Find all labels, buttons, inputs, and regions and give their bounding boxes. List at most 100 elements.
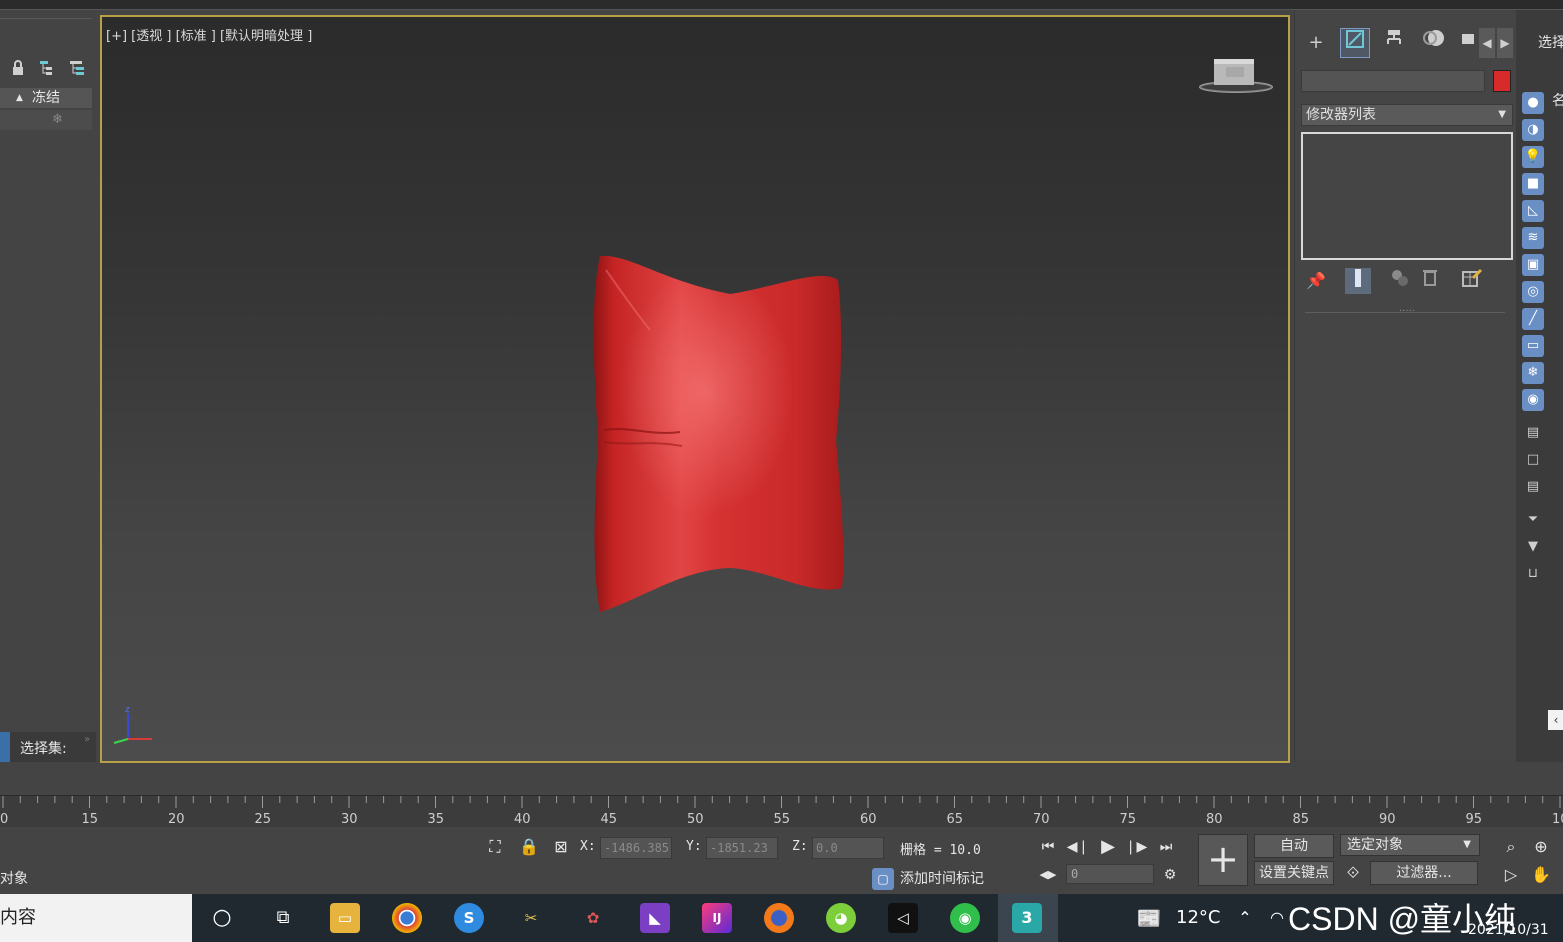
timeline-ruler[interactable]: 0 15 20 25 30 35 40 45 50 55 60 65 70 75 80 85 90 95 100 xyxy=(0,795,1563,827)
bones-filter-icon[interactable]: ╱ xyxy=(1522,308,1544,330)
weather-temperature[interactable]: 12°C xyxy=(1176,907,1220,928)
shapes-filter-icon[interactable]: ◑ xyxy=(1522,119,1544,141)
chrome-icon[interactable] xyxy=(392,903,422,933)
scroll-left-icon[interactable]: ◀ xyxy=(1479,28,1495,58)
modifier-stack[interactable] xyxy=(1301,132,1513,260)
object-color-swatch[interactable] xyxy=(1493,70,1511,92)
play-icon[interactable]: ▶ xyxy=(1096,836,1120,858)
z-coordinate-field[interactable]: 0.0 xyxy=(812,837,884,859)
display-tab-icon[interactable] xyxy=(1457,28,1479,58)
jetbrains-icon[interactable]: IJ xyxy=(702,903,732,933)
pin-stack-icon[interactable]: 📌 xyxy=(1303,268,1329,294)
motion-tab-icon[interactable] xyxy=(1419,28,1449,58)
object-name-field[interactable] xyxy=(1301,70,1485,92)
cortana-icon[interactable]: ○ xyxy=(207,903,237,933)
pillow-object[interactable] xyxy=(590,250,850,615)
display-none-icon[interactable]: □ xyxy=(1522,449,1544,471)
remove-modifier-icon[interactable] xyxy=(1417,268,1443,294)
groups-filter-icon[interactable]: ▣ xyxy=(1522,254,1544,276)
selection-set-button[interactable] xyxy=(0,732,10,762)
containers-filter-icon[interactable]: ▭ xyxy=(1522,335,1544,357)
auto-key-button[interactable]: 自动 xyxy=(1254,834,1334,858)
isolate-selection-icon[interactable]: ⛶ xyxy=(484,836,506,858)
lock-icon[interactable] xyxy=(8,60,28,80)
hidden-filter-icon[interactable]: ◉ xyxy=(1522,389,1544,411)
hierarchy-tab-icon[interactable] xyxy=(1379,28,1409,58)
next-frame-icon[interactable]: ❘▶ xyxy=(1124,836,1148,858)
wechat-icon[interactable]: ◉ xyxy=(950,903,980,933)
field-of-view-icon[interactable]: ▷ xyxy=(1500,864,1522,886)
name-column-label: 名 xyxy=(1552,93,1563,109)
go-to-start-icon[interactable]: ⏮ xyxy=(1036,836,1060,858)
key-filters-button[interactable]: 过滤器... xyxy=(1370,861,1478,885)
freeze-column-header[interactable]: ▲ 冻结 xyxy=(0,88,92,108)
go-to-end-icon[interactable]: ⏭ xyxy=(1154,836,1178,858)
set-key-button[interactable]: 设置关键点 xyxy=(1254,861,1334,885)
filter-icon[interactable]: ▼ xyxy=(1522,536,1544,558)
zoom-icon[interactable]: ⌕ xyxy=(1500,836,1522,858)
perspective-viewport[interactable]: [+] [透视 ] [标准 ] [默认明暗处理 ] z xyxy=(100,15,1290,763)
selection-lock-icon[interactable]: 🔒 xyxy=(518,836,540,858)
show-end-result-icon[interactable] xyxy=(1345,268,1371,294)
timeline-tick-label: 25 xyxy=(255,812,272,827)
xrefs-filter-icon[interactable]: ◎ xyxy=(1522,281,1544,303)
3dsmax-icon[interactable]: 3 xyxy=(1012,903,1042,933)
pan-hand-icon[interactable]: ✋ xyxy=(1530,864,1552,886)
layer-hierarchy-icon[interactable] xyxy=(68,60,88,80)
key-filters-curve-icon[interactable]: ⟐ xyxy=(1342,862,1364,884)
container-icon[interactable]: ⊔ xyxy=(1522,563,1544,585)
invert-display-icon[interactable]: ▤ xyxy=(1522,476,1544,498)
viewcube-icon[interactable] xyxy=(1198,53,1274,95)
zoom-all-icon[interactable]: ⊕ xyxy=(1530,836,1552,858)
freeze-label: 冻结 xyxy=(32,90,60,106)
helpers-filter-icon[interactable]: ◺ xyxy=(1522,200,1544,222)
geometry-filter-icon[interactable]: ● xyxy=(1522,92,1544,114)
add-time-tag-button[interactable]: ▢ 添加时间标记 xyxy=(872,868,984,890)
configure-sets-icon[interactable] xyxy=(1459,268,1485,294)
set-keys-button[interactable]: + xyxy=(1198,834,1248,886)
current-frame-field[interactable]: 0 xyxy=(1066,864,1154,884)
selected-object-dropdown[interactable]: 选定对象 ▼ xyxy=(1340,834,1480,856)
key-mode-toggle-icon[interactable]: ◀▶ xyxy=(1036,864,1060,886)
cameras-filter-icon[interactable]: ■ xyxy=(1522,173,1544,195)
expand-icon[interactable]: » xyxy=(84,734,90,745)
sogou-icon[interactable]: S xyxy=(454,903,484,933)
tools-icon[interactable]: ✂ xyxy=(516,903,546,933)
create-tab-icon[interactable]: + xyxy=(1301,28,1331,58)
sort-up-icon: ▲ xyxy=(16,93,23,103)
tray-chevron-icon[interactable]: ⌃ xyxy=(1230,903,1260,933)
snowflake-icon[interactable]: ❄ xyxy=(52,110,63,130)
select-label: 选择 xyxy=(1538,35,1563,51)
game-icon[interactable]: ◕ xyxy=(826,903,856,933)
modify-tab-icon[interactable] xyxy=(1340,28,1370,58)
display-all-icon[interactable]: ▤ xyxy=(1522,422,1544,444)
taskbar-search-box[interactable]: 内容 xyxy=(0,894,192,942)
visual-studio-icon[interactable]: ◣ xyxy=(640,903,670,933)
frozen-filter-icon[interactable]: ❄ xyxy=(1522,362,1544,384)
viewport-label[interactable]: [+] [透视 ] [标准 ] [默认明暗处理 ] xyxy=(106,25,312,44)
collapse-panel-icon[interactable]: ‹ xyxy=(1548,710,1563,730)
file-explorer-icon[interactable]: ▭ xyxy=(330,903,360,933)
absolute-mode-icon[interactable]: ⊠ xyxy=(550,836,572,858)
modifier-list-dropdown[interactable]: 修改器列表 ▼ xyxy=(1301,104,1513,126)
scroll-right-icon[interactable]: ▶ xyxy=(1497,28,1513,58)
timeline-tick-label: 0 xyxy=(0,812,8,827)
lights-filter-icon[interactable]: 💡 xyxy=(1522,146,1544,168)
resize-handle-icon[interactable]: ····· xyxy=(1399,306,1415,317)
time-config-icon[interactable]: ⚙ xyxy=(1158,864,1182,886)
make-unique-icon[interactable] xyxy=(1387,268,1413,294)
previous-frame-icon[interactable]: ◀❘ xyxy=(1066,836,1090,858)
freeze-row[interactable]: ❄ xyxy=(0,110,92,130)
firefox-icon[interactable] xyxy=(764,903,794,933)
hierarchy-icon[interactable] xyxy=(38,60,58,80)
filter-settings-icon[interactable]: ⏷ xyxy=(1522,509,1544,531)
news-widget-icon[interactable]: 📰 xyxy=(1134,903,1164,933)
x-coordinate-field[interactable]: -1486.385 xyxy=(600,837,672,859)
pinwheel-icon[interactable]: ✿ xyxy=(578,903,608,933)
task-view-icon[interactable]: ⧉ xyxy=(268,903,298,933)
spacewarps-filter-icon[interactable]: ≋ xyxy=(1522,227,1544,249)
timeline-tick-label: 75 xyxy=(1120,812,1137,827)
y-coordinate-field[interactable]: -1851.23 xyxy=(706,837,778,859)
unity-icon[interactable]: ◁ xyxy=(888,903,918,933)
timeline-ticks: 0 15 20 25 30 35 40 45 50 55 60 65 70 75 80 85 90 95 100 xyxy=(0,796,1563,827)
